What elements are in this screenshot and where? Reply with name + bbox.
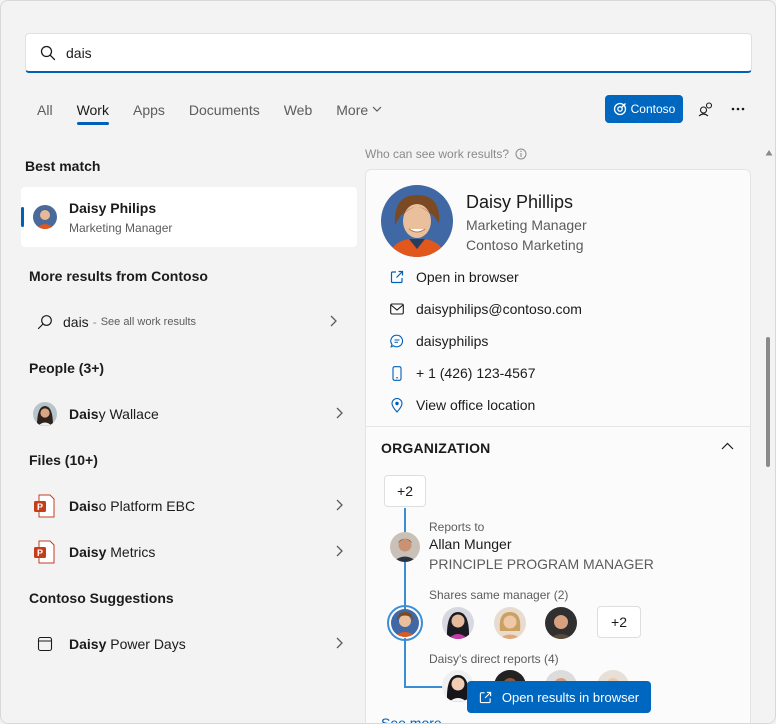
open-external-icon	[390, 270, 404, 284]
search-icon	[37, 315, 52, 330]
see-all-work-results-row[interactable]: dais - See all work results	[21, 302, 357, 342]
org-connector-line	[404, 686, 444, 688]
separator: -	[92, 315, 97, 329]
manager-name[interactable]: Allan Munger	[429, 536, 512, 552]
who-can-see-link[interactable]: Who can see work results?	[365, 147, 527, 161]
peer-avatar[interactable]	[545, 607, 577, 639]
reports-to-label: Reports to	[429, 520, 485, 534]
chevron-right-icon	[336, 637, 343, 649]
manager-avatar[interactable]	[390, 532, 420, 562]
search-window: All Work Apps Documents Web More Contoso…	[0, 0, 776, 724]
direct-reports-label: Daisy's direct reports (4)	[429, 652, 559, 666]
peer-avatar[interactable]	[442, 607, 474, 639]
search-query-text: dais	[63, 314, 89, 330]
profile-name: Daisy Phillips	[466, 192, 574, 212]
chat-icon	[390, 334, 404, 348]
info-icon	[515, 148, 527, 160]
best-match-heading: Best match	[25, 158, 101, 174]
phone-action[interactable]: + 1 (426) 123-4567	[388, 365, 535, 381]
avatar	[33, 205, 57, 229]
peer-avatar[interactable]	[494, 607, 526, 639]
open-in-browser-action[interactable]: Open in browser	[388, 269, 519, 285]
manager-title: PRINCIPLE PROGRAM MANAGER	[429, 556, 654, 572]
file-result-daiso-platform[interactable]: P Daiso Platform EBC	[21, 486, 357, 526]
profile-department: Contoso Marketing	[466, 237, 584, 253]
org-connector-line	[404, 508, 406, 532]
people-switch-icon	[698, 102, 713, 117]
organization-heading: ORGANIZATION	[381, 440, 491, 456]
suggestions-heading: Contoso Suggestions	[29, 590, 174, 606]
chevron-up-icon[interactable]	[721, 442, 734, 450]
tab-all[interactable]: All	[37, 97, 53, 125]
search-icon	[40, 45, 56, 60]
chevron-right-icon	[330, 315, 337, 327]
open-external-icon	[479, 691, 492, 703]
org-connector-line	[404, 638, 406, 688]
org-connector-line	[404, 562, 406, 610]
tab-bar: All Work Apps Documents Web More	[37, 97, 406, 127]
tab-more[interactable]: More	[336, 97, 382, 125]
result-name: Daiso Platform EBC	[69, 498, 196, 514]
powerpoint-file-icon: P	[34, 540, 55, 564]
svg-text:P: P	[37, 548, 43, 558]
tab-work[interactable]: Work	[76, 97, 110, 125]
best-match-result[interactable]: Daisy Philips Marketing Manager	[21, 187, 357, 247]
avatar	[33, 402, 57, 426]
chevron-right-icon	[336, 499, 343, 511]
best-match-title: Marketing Manager	[69, 221, 173, 235]
best-match-name: Daisy Philips	[69, 200, 157, 216]
profile-photo	[381, 185, 453, 257]
more-options-button[interactable]	[726, 97, 750, 121]
avatar	[391, 609, 419, 637]
more-results-heading: More results from Contoso	[29, 268, 208, 284]
selection-indicator	[21, 207, 24, 227]
powerpoint-file-icon: P	[34, 494, 55, 518]
email-action[interactable]: daisyphilips@contoso.com	[388, 301, 582, 317]
search-box[interactable]	[25, 33, 752, 73]
files-heading: Files (10+)	[29, 452, 98, 468]
tab-web[interactable]: Web	[284, 97, 313, 125]
search-hint: See all work results	[100, 316, 197, 328]
scrollbar[interactable]	[764, 149, 774, 723]
profile-title: Marketing Manager	[466, 217, 587, 233]
calendar-page-icon	[37, 636, 53, 652]
person-result-daisy-wallace[interactable]: Daisy Wallace	[21, 394, 357, 434]
chat-action[interactable]: daisyphilips	[388, 333, 488, 349]
result-name: Daisy Power Days	[69, 636, 186, 652]
search-input[interactable]	[66, 44, 666, 61]
contoso-org-button[interactable]: Contoso	[605, 95, 683, 123]
scrollbar-thumb[interactable]	[766, 337, 770, 467]
phone-icon	[392, 365, 402, 381]
shares-same-manager-label: Shares same manager (2)	[429, 588, 569, 602]
svg-text:P: P	[37, 502, 43, 512]
result-name: Daisy Wallace	[69, 406, 159, 422]
more-peers-chip[interactable]: +2	[597, 606, 641, 638]
contoso-logo-icon	[613, 102, 626, 116]
tab-documents[interactable]: Documents	[189, 97, 260, 125]
current-person-node[interactable]	[387, 605, 423, 641]
result-name: Daisy Metrics	[69, 544, 156, 560]
scroll-up-arrow-icon[interactable]	[765, 149, 773, 157]
chevron-right-icon	[336, 407, 343, 419]
divider	[366, 426, 750, 427]
mail-icon	[390, 303, 404, 315]
chevron-right-icon	[336, 545, 343, 557]
file-result-daisy-metrics[interactable]: P Daisy Metrics	[21, 532, 357, 572]
office-location-action[interactable]: View office location	[388, 397, 535, 413]
location-icon	[391, 397, 403, 413]
chevron-down-icon	[372, 106, 382, 112]
person-preview-panel: Daisy Phillips Marketing Manager Contoso…	[365, 169, 751, 723]
tab-apps[interactable]: Apps	[133, 97, 165, 125]
more-horizontal-icon	[731, 107, 745, 111]
switch-account-button[interactable]	[694, 97, 718, 121]
suggestion-result-daisy-power-days[interactable]: Daisy Power Days	[21, 624, 357, 664]
people-heading: People (3+)	[29, 360, 105, 376]
more-managers-chip[interactable]: +2	[384, 475, 426, 507]
see-more-link[interactable]: See more	[381, 715, 442, 723]
open-results-in-browser-button[interactable]: Open results in browser	[467, 681, 651, 713]
